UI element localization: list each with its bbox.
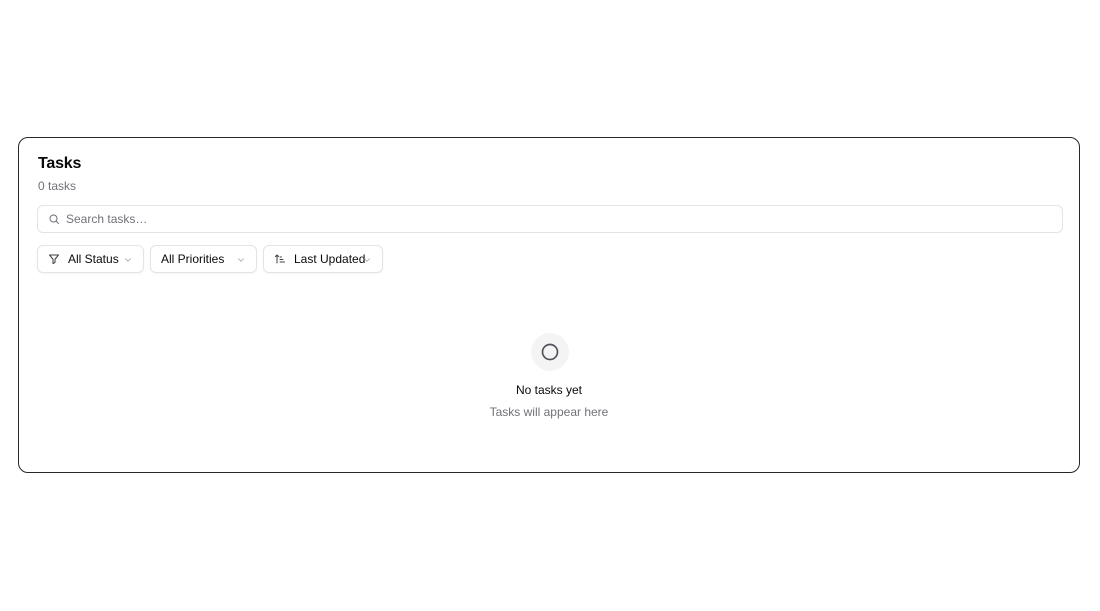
empty-state-title: No tasks yet [515,383,583,397]
chevron-down-icon [362,255,372,265]
tasks-panel: Tasks 0 tasks All Status All Priorities … [18,137,1080,473]
chevron-down-icon [123,255,133,265]
filter-icon [48,253,60,265]
sort-ascending-icon [274,253,286,265]
status-filter-select[interactable]: All Status [37,245,144,273]
priority-filter-label: All Priorities [161,252,225,266]
search-box[interactable] [37,205,1063,233]
task-count: 0 tasks [38,179,77,193]
empty-state-subtitle: Tasks will appear here [489,405,609,419]
search-input[interactable] [66,207,1062,231]
search-icon [48,213,60,225]
chevron-down-icon [236,255,246,265]
circle-icon [540,342,560,362]
sort-label: Last Updated [294,252,366,266]
priority-filter-select[interactable]: All Priorities [150,245,257,273]
sort-select[interactable]: Last Updated [263,245,383,273]
panel-title: Tasks [38,155,82,172]
status-filter-label: All Status [68,252,119,266]
empty-state-icon-wrapper [531,333,569,371]
